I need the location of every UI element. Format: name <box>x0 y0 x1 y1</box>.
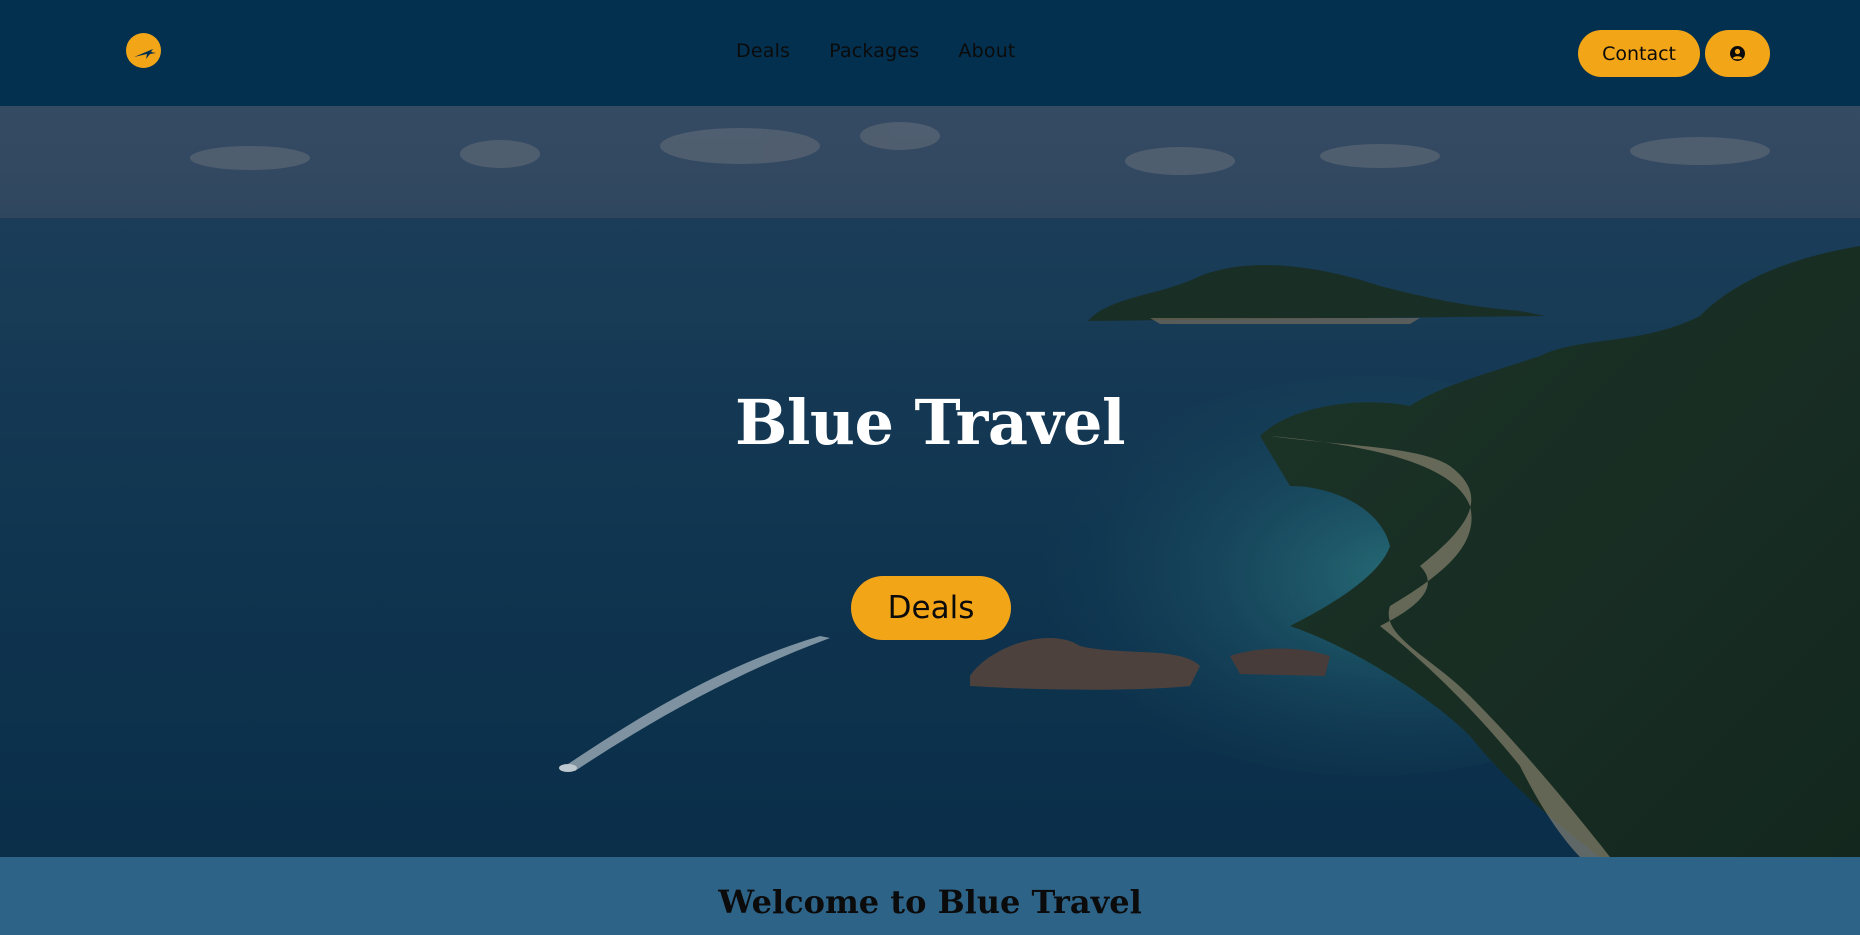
hero-deals-button[interactable]: Deals <box>851 576 1011 640</box>
nav-link-about[interactable]: About <box>958 40 1015 62</box>
welcome-section: Welcome to Blue Travel <box>0 857 1860 935</box>
nav-actions: Contact <box>1578 30 1770 77</box>
top-navbar: Deals Packages About Contact <box>0 0 1860 106</box>
hero-section: Blue Travel Deals <box>0 106 1860 857</box>
account-button[interactable] <box>1705 30 1770 77</box>
user-circle-icon <box>1730 46 1745 61</box>
brand-logo-icon[interactable] <box>126 33 161 68</box>
nav-link-deals[interactable]: Deals <box>736 40 790 62</box>
nav-link-packages[interactable]: Packages <box>829 40 919 62</box>
hero-title: Blue Travel <box>734 386 1126 459</box>
hero-background-image <box>0 106 1860 857</box>
contact-button[interactable]: Contact <box>1578 30 1700 77</box>
main-nav: Deals Packages About <box>736 40 1055 62</box>
welcome-title: Welcome to Blue Travel <box>718 883 1142 921</box>
